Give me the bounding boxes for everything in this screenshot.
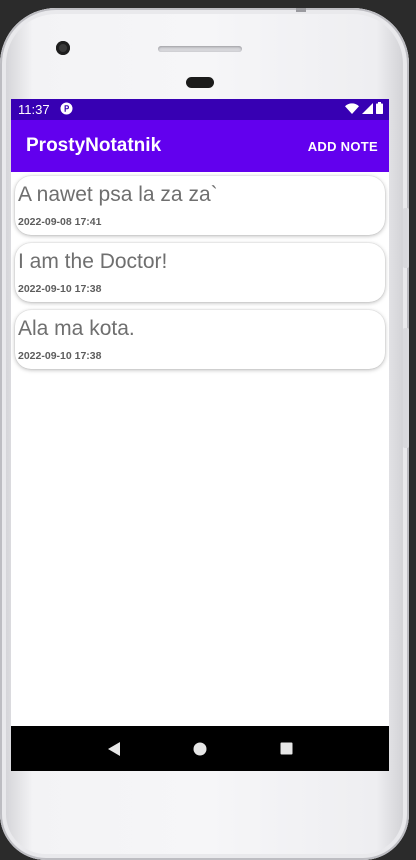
note-date: 2022-09-08 17:41 <box>18 216 102 228</box>
back-icon[interactable] <box>107 741 121 757</box>
status-time: 11:37 <box>18 102 50 117</box>
frame-notch <box>296 8 306 12</box>
note-date: 2022-09-10 17:38 <box>18 283 102 295</box>
navigation-bar <box>11 726 389 771</box>
power-button <box>403 328 409 448</box>
app-bar: ProstyNotatnik ADD NOTE <box>11 120 389 172</box>
note-text: Ala ma kota. <box>18 317 135 340</box>
volume-button <box>403 208 409 268</box>
proximity-sensor <box>186 77 214 88</box>
wifi-icon <box>345 102 359 117</box>
earpiece-speaker <box>158 46 242 52</box>
note-text: A nawet psa la za za` <box>18 183 218 206</box>
recents-icon[interactable] <box>280 742 293 755</box>
note-card[interactable]: A nawet psa la za za` 2022-09-08 17:41 <box>15 176 385 235</box>
phone-frame: 11:37 ProstyNotatnik ADD NOTE A nawet ps… <box>0 8 409 860</box>
note-card[interactable]: Ala ma kota. 2022-09-10 17:38 <box>15 310 385 369</box>
note-date: 2022-09-10 17:38 <box>18 350 102 362</box>
front-camera <box>56 41 70 55</box>
signal-icon <box>362 102 373 117</box>
note-card[interactable]: I am the Doctor! 2022-09-10 17:38 <box>15 243 385 302</box>
add-note-button[interactable]: ADD NOTE <box>308 139 378 154</box>
app-title: ProstyNotatnik <box>26 135 162 156</box>
note-text: I am the Doctor! <box>18 250 168 273</box>
status-bar: 11:37 <box>11 99 389 120</box>
notes-list: A nawet psa la za za` 2022-09-08 17:41 I… <box>11 172 389 369</box>
home-icon[interactable] <box>193 742 207 756</box>
battery-icon <box>376 102 383 117</box>
screen: 11:37 ProstyNotatnik ADD NOTE A nawet ps… <box>11 99 389 771</box>
notification-app-icon <box>60 102 73 118</box>
